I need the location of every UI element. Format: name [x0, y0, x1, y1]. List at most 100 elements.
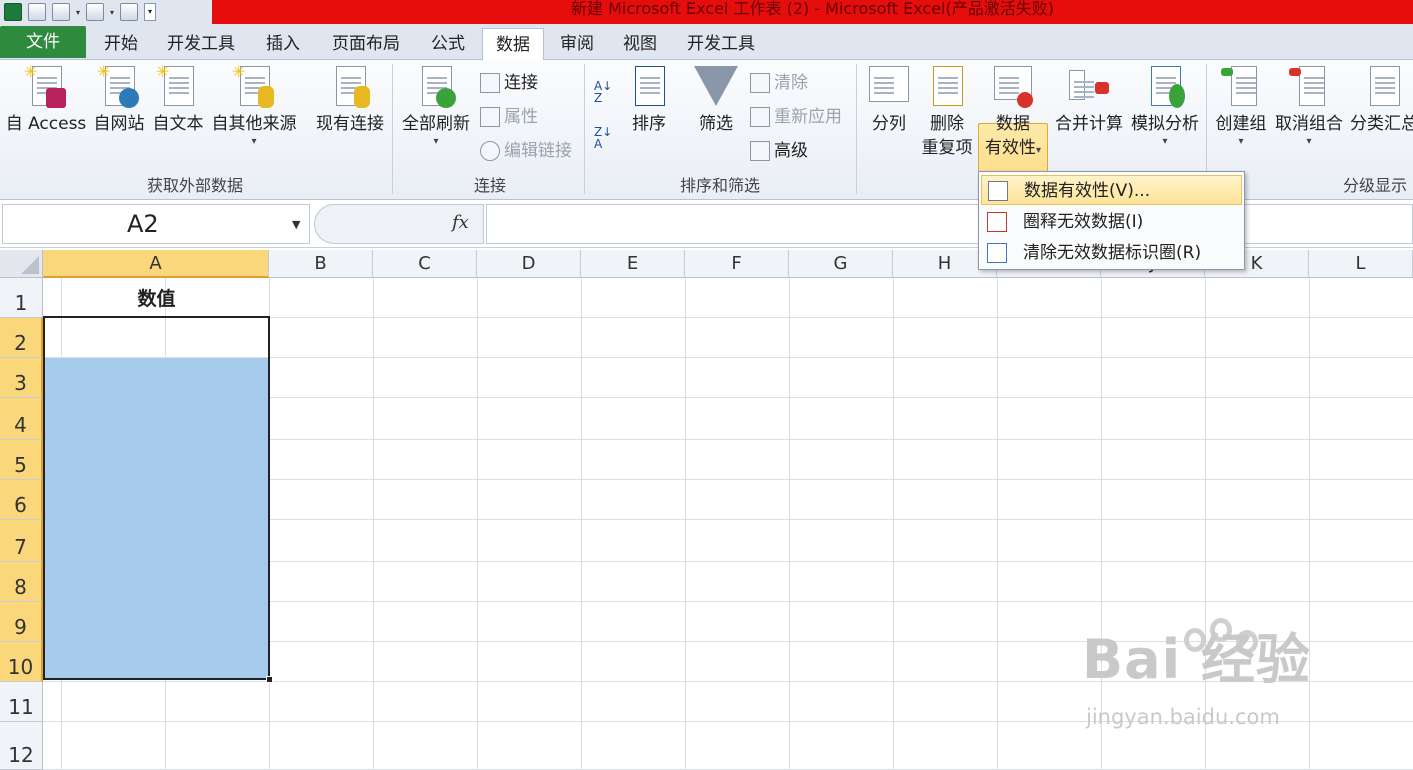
- consolidate-button[interactable]: 合并计算: [1050, 60, 1128, 136]
- menu-item-data-validation[interactable]: 数据有效性(V)...: [981, 175, 1242, 205]
- refresh-all-button[interactable]: 全部刷新 ▾: [398, 60, 474, 148]
- row-header-3[interactable]: 3: [0, 358, 43, 398]
- access-icon: ✳: [24, 62, 66, 108]
- properties-button[interactable]: 属性: [480, 102, 538, 132]
- column-header-b[interactable]: B: [269, 250, 373, 278]
- filter-button[interactable]: 筛选: [692, 60, 740, 136]
- remove-duplicates-button[interactable]: 删除 重复项: [918, 60, 976, 160]
- clear-circles-icon: [987, 243, 1007, 263]
- link-icon: [480, 141, 500, 161]
- data-validation-icon: [988, 181, 1008, 201]
- refresh-icon: [416, 64, 456, 108]
- circle-invalid-icon: [987, 212, 1007, 232]
- tab-insert[interactable]: 插入: [258, 28, 308, 60]
- undo-icon[interactable]: [52, 3, 70, 21]
- row-header-11[interactable]: 11: [0, 682, 43, 722]
- print-icon[interactable]: [120, 3, 139, 21]
- clear-filter-button[interactable]: 清除: [750, 68, 808, 98]
- tab-developer[interactable]: 开发工具: [158, 28, 244, 60]
- tab-home[interactable]: 开始: [96, 28, 146, 60]
- column-header-d[interactable]: D: [477, 250, 581, 278]
- formula-input[interactable]: [486, 204, 1413, 244]
- subtotal-button[interactable]: 分类汇总: [1348, 60, 1413, 136]
- row-header-7[interactable]: 7: [0, 520, 43, 562]
- row-header-4[interactable]: 4: [0, 398, 43, 440]
- chevron-down-icon[interactable]: ▼: [292, 218, 300, 231]
- quick-access-toolbar: ▾ ▾ ▾: [0, 0, 157, 24]
- properties-icon: [480, 107, 500, 127]
- group-icon: [1221, 64, 1261, 108]
- redo-dropdown-icon[interactable]: ▾: [110, 8, 114, 17]
- select-all-button[interactable]: [0, 250, 43, 278]
- title-bar: ▾ ▾ ▾ 新建 Microsoft Excel 工作表 (2) - Micro…: [0, 0, 1413, 24]
- sort-icon: [629, 64, 669, 108]
- group-button[interactable]: 创建组 ▾: [1212, 60, 1270, 148]
- other-sources-icon: ✳: [232, 62, 274, 108]
- cell-a1[interactable]: 数值: [44, 278, 269, 318]
- sort-ascending-button[interactable]: A↓ Z: [594, 80, 612, 104]
- name-box[interactable]: A2: [2, 204, 310, 244]
- from-access-button[interactable]: ✳ 自 Access: [4, 60, 88, 136]
- from-other-sources-button[interactable]: ✳ 自其他来源 ▾: [208, 60, 300, 148]
- filter-funnel-icon: [694, 66, 738, 106]
- web-icon: ✳: [97, 62, 139, 108]
- reapply-icon: [750, 107, 770, 127]
- customize-icon[interactable]: ▾: [144, 3, 157, 21]
- column-header-f[interactable]: F: [685, 250, 789, 278]
- group-label-connections: 连接: [473, 176, 506, 195]
- text-to-columns-button[interactable]: 分列: [864, 60, 914, 136]
- menu-item-circle-invalid-data[interactable]: 圈释无效数据(I): [981, 207, 1242, 237]
- tab-file[interactable]: 文件: [0, 26, 86, 58]
- split-columns-icon: [869, 64, 909, 108]
- column-header-g[interactable]: G: [789, 250, 893, 278]
- selection-border: [43, 316, 270, 680]
- undo-dropdown-icon[interactable]: ▾: [76, 8, 80, 17]
- column-header-c[interactable]: C: [373, 250, 477, 278]
- watermark-url: jingyan.baidu.com: [1086, 705, 1280, 729]
- tab-review[interactable]: 审阅: [552, 28, 602, 60]
- insert-function-icon[interactable]: fx: [452, 212, 469, 233]
- row-header-8[interactable]: 8: [0, 562, 43, 602]
- connections-button[interactable]: 连接: [480, 68, 538, 98]
- column-header-a[interactable]: A: [43, 250, 269, 278]
- redo-icon[interactable]: [86, 3, 105, 21]
- column-header-e[interactable]: E: [581, 250, 685, 278]
- tab-view[interactable]: 视图: [614, 28, 666, 60]
- sort-button[interactable]: 排序: [624, 60, 674, 136]
- tab-formulas[interactable]: 公式: [422, 28, 474, 60]
- row-header-10[interactable]: 10: [0, 642, 43, 682]
- menu-item-clear-validation-circles[interactable]: 清除无效数据标识圈(R): [981, 238, 1242, 268]
- existing-connections-button[interactable]: 现有连接: [312, 60, 388, 136]
- column-header-l[interactable]: L: [1309, 250, 1413, 278]
- data-validation-label[interactable]: 数据 有效性▾: [978, 60, 1048, 160]
- fill-handle[interactable]: [266, 676, 273, 683]
- row-header-12[interactable]: 12: [0, 722, 43, 770]
- existing-connections-icon: [330, 64, 370, 108]
- excel-window: { "window": { "title": "新建 Microsoft Exc…: [0, 0, 1413, 770]
- excel-icon[interactable]: [4, 3, 22, 21]
- row-header-9[interactable]: 9: [0, 602, 43, 642]
- save-icon[interactable]: [28, 3, 46, 21]
- reapply-button[interactable]: 重新应用: [750, 102, 842, 132]
- advanced-filter-icon: [750, 141, 770, 161]
- row-header-5[interactable]: 5: [0, 440, 43, 480]
- from-text-button[interactable]: ✳ 自文本: [150, 60, 206, 136]
- advanced-filter-button[interactable]: 高级: [750, 136, 808, 166]
- watermark-brand: Bai 经验: [1082, 628, 1311, 691]
- what-if-analysis-button[interactable]: 模拟分析 ▾: [1128, 60, 1202, 148]
- group-label-external-data: 获取外部数据: [146, 176, 243, 195]
- sort-descending-button[interactable]: Z↓ A: [594, 126, 612, 150]
- chevron-down-icon: ▾: [433, 136, 439, 147]
- from-web-button[interactable]: ✳ 自网站: [90, 60, 148, 136]
- edit-links-button[interactable]: 编辑链接: [480, 136, 572, 166]
- consolidate-icon: [1069, 64, 1109, 108]
- group-separator: [584, 64, 585, 194]
- row-header-2[interactable]: 2: [0, 318, 43, 358]
- ungroup-button[interactable]: 取消组合 ▾: [1272, 60, 1346, 148]
- tab-developer-2[interactable]: 开发工具: [678, 28, 764, 60]
- row-header-6[interactable]: 6: [0, 480, 43, 520]
- group-separator: [392, 64, 393, 194]
- tab-page-layout[interactable]: 页面布局: [322, 28, 410, 60]
- row-header-1[interactable]: 1: [0, 278, 43, 318]
- tab-data[interactable]: 数据: [482, 28, 544, 61]
